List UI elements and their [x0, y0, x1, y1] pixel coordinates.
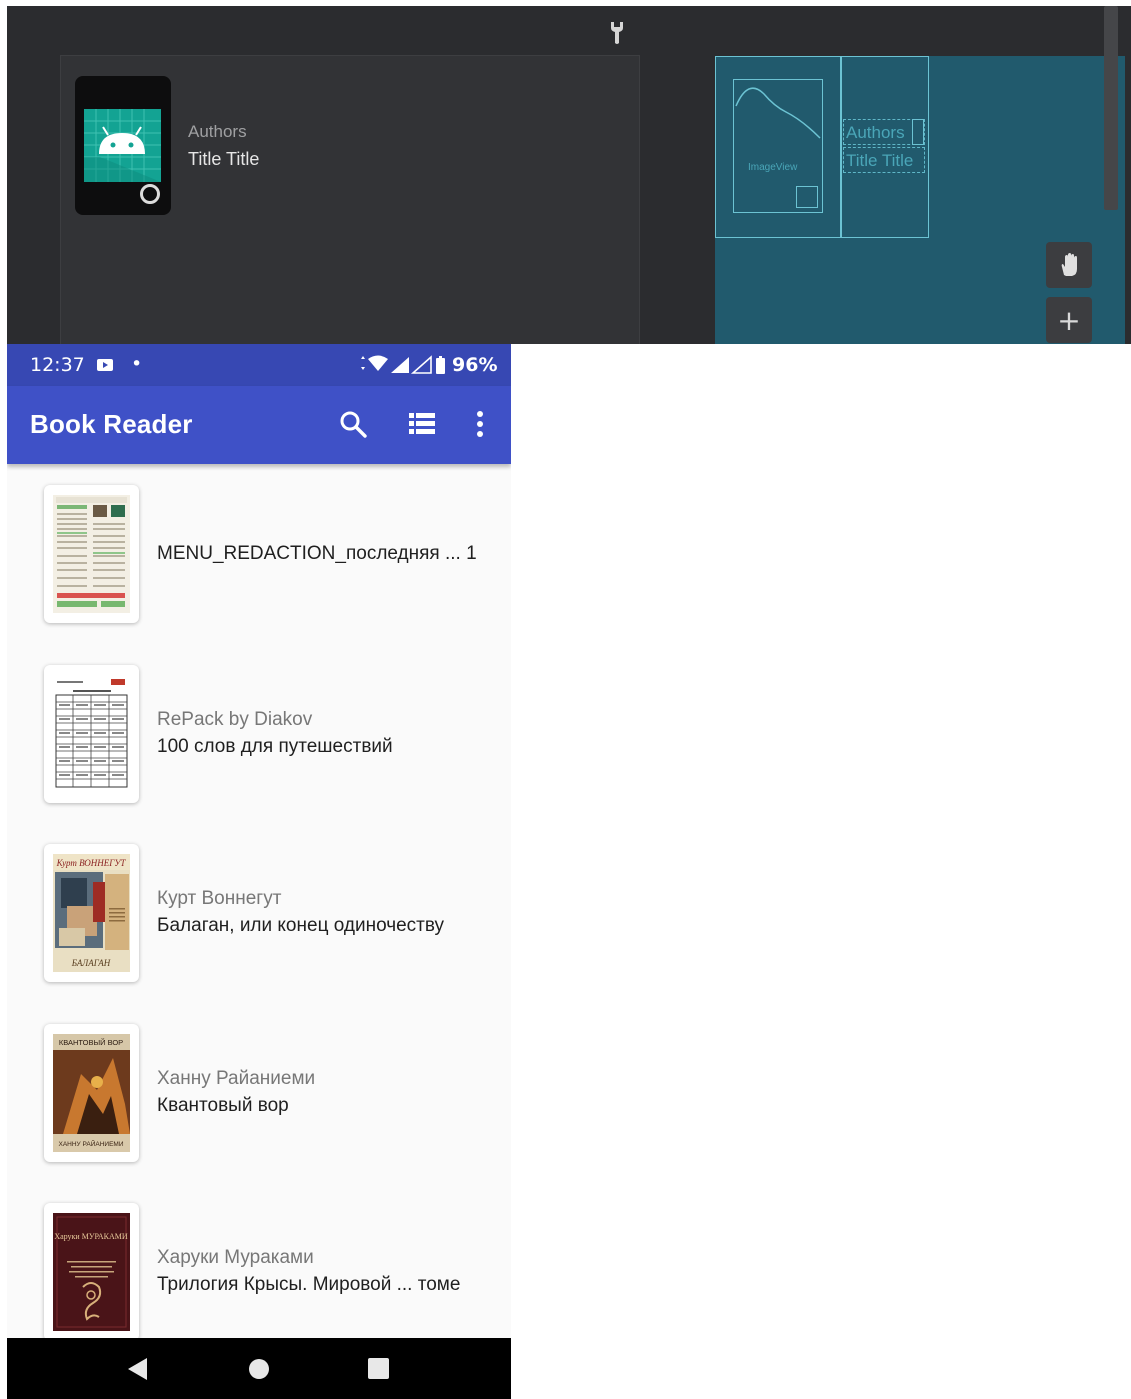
signal-wifi-battery-icons — [361, 355, 445, 374]
android-logo-icon — [84, 109, 161, 182]
vertical-scrollbar[interactable] — [1104, 6, 1118, 210]
more-vert-icon — [477, 411, 483, 437]
back-triangle-icon[interactable] — [127, 1357, 149, 1381]
book-author: Ханну Райаниеми — [157, 1067, 316, 1089]
book-list-item[interactable]: Харуки МУРАКАМИ Харуки Мураками Трилогия… — [7, 1182, 511, 1362]
cover-vonnegut-footer: БАЛАГАН — [71, 958, 111, 968]
book-title: Квантовый вор — [157, 1094, 289, 1116]
book-cover[interactable]: Харуки МУРАКАМИ — [44, 1203, 139, 1341]
cover-image-murakami: Харуки МУРАКАМИ — [53, 1213, 130, 1331]
book-list-item[interactable]: RePack by Diakov 100 слов для путешестви… — [7, 644, 511, 824]
wrench-icon[interactable] — [608, 21, 626, 45]
loading-ring-icon — [140, 184, 160, 204]
book-list-item[interactable]: Курт ВОННЕГУТ БАЛАГАН Курт Воннегут Бала… — [7, 823, 511, 1003]
book-author: RePack by Diakov — [157, 708, 313, 730]
book-cover[interactable]: Курт ВОННЕГУТ БАЛАГАН — [44, 844, 139, 982]
cover-quantum-footer: ХАННУ РАЙАНИЕМИ — [58, 1139, 123, 1148]
cover-vonnegut-header: Курт ВОННЕГУТ — [56, 858, 127, 868]
book-info: MENU_REDACTION_последняя ... 1 — [157, 464, 497, 643]
cover-image-menu — [53, 495, 130, 613]
blueprint-authors-label: Authors — [846, 123, 905, 142]
status-time: 12:37 — [30, 354, 85, 376]
preview-title-text: Title Title — [188, 149, 260, 169]
phone-screen: 12:37 • 96% Book Reader MENU_REDACTION_п… — [7, 344, 511, 1399]
book-title: Трилогия Крысы. Мировой ... томе — [157, 1274, 461, 1295]
navigation-bar — [7, 1338, 511, 1399]
pan-tool-button[interactable] — [1046, 242, 1092, 288]
battery-percent: 96% — [452, 354, 498, 376]
book-cover[interactable] — [44, 664, 139, 803]
layout-editor: Authors Title Title ImageView Authors Ti… — [7, 6, 1131, 344]
blueprint-imageview-label: ImageView — [748, 162, 798, 173]
zoom-in-button[interactable]: + — [1046, 297, 1092, 343]
app-title: Book Reader — [30, 409, 193, 439]
book-info: Харуки Мураками Трилогия Крысы. Мировой … — [157, 1182, 497, 1361]
list-view-icon — [409, 413, 435, 434]
book-author: Курт Воннегут — [157, 888, 282, 909]
book-title: Балаган, или конец одиночеству — [157, 915, 445, 936]
search-icon — [340, 411, 367, 438]
book-title: MENU_REDACTION_последняя ... 1 — [157, 543, 477, 564]
preview-authors-text: Authors — [188, 122, 247, 141]
home-circle-icon[interactable] — [248, 1358, 270, 1380]
book-info: RePack by Diakov 100 слов для путешестви… — [157, 644, 497, 823]
screen-record-icon — [97, 359, 113, 371]
blueprint-title-label: Title Title — [846, 151, 914, 170]
image-placeholder — [75, 76, 171, 215]
book-list-item[interactable]: КВАНТОВЫЙ ВОР ХАННУ РАЙАНИЕМИ Ханну Райа… — [7, 1003, 511, 1183]
status-bar: 12:37 • 96% — [7, 344, 511, 386]
cover-murakami-header: Харуки МУРАКАМИ — [54, 1232, 128, 1241]
book-author: Харуки Мураками — [157, 1247, 314, 1268]
blueprint-title-box[interactable]: Title Title — [843, 147, 925, 173]
book-info: Курт Воннегут Балаган, или конец одиноче… — [157, 823, 497, 1002]
book-cover[interactable]: КВАНТОВЫЙ ВОР ХАННУ РАЙАНИЕМИ — [44, 1023, 139, 1162]
cover-quantum-header: КВАНТОВЫЙ ВОР — [59, 1038, 123, 1047]
plus-icon: + — [1057, 303, 1081, 337]
cover-image-phrasebook — [53, 674, 130, 793]
blueprint-constraint-handle — [912, 119, 924, 145]
blueprint-progress-box — [796, 186, 818, 208]
overflow-menu-button[interactable] — [462, 406, 498, 442]
blueprint-image-icon — [735, 87, 821, 139]
blueprint-divider — [840, 56, 842, 238]
book-list-item[interactable]: MENU_REDACTION_последняя ... 1 — [7, 464, 511, 644]
book-title: 100 слов для путешествий — [157, 735, 393, 757]
book-info: Ханну Райаниеми Квантовый вор — [157, 1003, 497, 1182]
notification-dot: • — [131, 353, 143, 375]
cover-image-quantum-thief: КВАНТОВЫЙ ВОР ХАННУ РАЙАНИЕМИ — [53, 1033, 130, 1152]
cover-image-vonnegut: Курт ВОННЕГУТ БАЛАГАН — [53, 854, 130, 972]
book-cover[interactable] — [44, 485, 139, 623]
blueprint-imageview-box[interactable]: ImageView — [733, 79, 823, 213]
app-bar: Book Reader — [7, 386, 511, 464]
recents-square-icon[interactable] — [368, 1358, 389, 1379]
hand-icon — [1061, 253, 1077, 276]
search-button[interactable] — [335, 406, 371, 442]
view-mode-button[interactable] — [404, 406, 440, 442]
book-list[interactable]: MENU_REDACTION_последняя ... 1 RePack by… — [7, 464, 511, 1362]
